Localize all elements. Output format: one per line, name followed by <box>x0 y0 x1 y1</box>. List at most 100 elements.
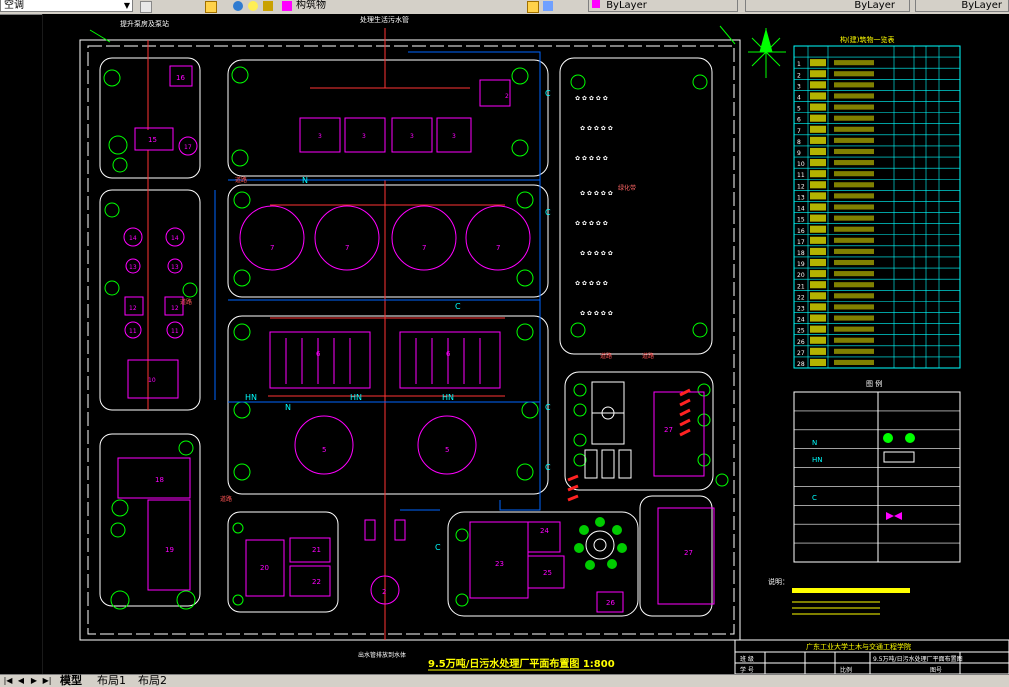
drawing-svg: 提升泵房及泵站 处理生活污水管 ✿ ✿ ✿ ✿ ✿ ✿ ✿ ✿ ✿ ✿ ✿ ✿ … <box>41 14 1009 675</box>
tab-model[interactable]: 模型 <box>60 675 82 687</box>
svg-text:C: C <box>455 302 461 311</box>
svg-text:12: 12 <box>129 305 137 312</box>
make-current-icon[interactable] <box>527 1 539 13</box>
svg-text:7: 7 <box>270 244 274 252</box>
table-name-cell <box>810 225 826 233</box>
table-name-cell <box>810 147 826 156</box>
table-name-cell <box>810 125 826 133</box>
table-name-cell <box>810 336 826 344</box>
table-name-cell <box>810 214 826 222</box>
svg-text:比例: 比例 <box>840 666 852 674</box>
svg-text:✿ ✿ ✿ ✿ ✿: ✿ ✿ ✿ ✿ ✿ <box>575 220 608 227</box>
drawing-name: 9.5万吨/日污水处理厂平面布置图 <box>873 655 963 663</box>
first-tab-icon[interactable]: |◀ <box>3 676 13 686</box>
svg-text:3: 3 <box>318 133 322 140</box>
table-name-cell <box>810 103 826 111</box>
color-dropdown[interactable]: ByLayer <box>588 0 738 12</box>
table-row-number: 27 <box>797 350 805 357</box>
linetype-dropdown[interactable]: ByLayer <box>745 0 910 12</box>
layer-dropdown[interactable]: 空调 ▼ <box>0 0 133 12</box>
svg-text:C: C <box>812 494 817 502</box>
title-block: 广东工业大学土木与交通工程学院 班 级 学 号 比例 9.5万吨/日污水处理厂平… <box>734 639 1009 675</box>
svg-text:11: 11 <box>171 328 179 335</box>
table-name-cell <box>810 136 826 144</box>
svg-text:20: 20 <box>260 564 269 572</box>
svg-text:✿ ✿ ✿ ✿ ✿: ✿ ✿ ✿ ✿ ✿ <box>580 250 613 257</box>
prev-tab-icon[interactable]: ◀ <box>16 676 26 686</box>
table-spec-cell <box>834 137 874 143</box>
table-spec-cell <box>834 359 874 365</box>
lightbulb-icon[interactable] <box>248 1 258 11</box>
svg-text:18: 18 <box>155 476 164 484</box>
table-name-cell <box>810 292 826 300</box>
svg-text:23: 23 <box>495 560 504 568</box>
svg-text:3: 3 <box>362 133 366 140</box>
chevron-down-icon: ▼ <box>123 1 130 10</box>
table-row-number: 24 <box>797 317 805 324</box>
properties-toolbar: 空调 ▼ 构筑物 ByLayer ByLayer ByLayer <box>0 0 1009 15</box>
table-row-number: 21 <box>797 283 805 290</box>
match-layer-icon[interactable] <box>543 1 553 11</box>
layer-state-icon[interactable] <box>140 1 152 13</box>
table-name-cell <box>810 159 826 167</box>
table-row-number: 10 <box>797 161 805 168</box>
table-name-cell <box>810 92 826 100</box>
linetype-value: ByLayer <box>854 0 895 11</box>
table-row-number: 23 <box>797 305 805 312</box>
table-name-cell <box>810 203 826 211</box>
svg-text:26: 26 <box>606 599 615 607</box>
svg-text:14: 14 <box>129 235 137 242</box>
table-spec-cell <box>834 348 874 354</box>
svg-text:学 号: 学 号 <box>740 666 754 674</box>
svg-text:✿ ✿ ✿ ✿ ✿: ✿ ✿ ✿ ✿ ✿ <box>575 155 608 162</box>
svg-text:道路: 道路 <box>600 352 612 360</box>
current-layer-value: 构筑物 <box>296 0 326 11</box>
green-label: 绿化带 <box>618 184 636 192</box>
layout-tab-bar: |◀ ◀ ▶ ▶| 模型 布局1 布局2 <box>0 674 1009 687</box>
table-name-cell <box>810 59 826 67</box>
freeze-icon[interactable] <box>233 1 243 11</box>
table-spec-cell <box>834 193 874 199</box>
drawing-canvas[interactable]: 提升泵房及泵站 处理生活污水管 ✿ ✿ ✿ ✿ ✿ ✿ ✿ ✿ ✿ ✿ ✿ ✿ … <box>41 14 1009 675</box>
svg-text:HN: HN <box>442 393 454 402</box>
north-arrow-icon <box>748 28 786 78</box>
layers-icon[interactable] <box>205 1 217 13</box>
svg-text:C: C <box>545 403 551 412</box>
last-tab-icon[interactable]: ▶| <box>42 676 52 686</box>
next-tab-icon[interactable]: ▶ <box>29 676 39 686</box>
table-row-number: 26 <box>797 339 805 346</box>
fountain-trees <box>574 517 627 570</box>
svg-text:12: 12 <box>171 305 179 312</box>
svg-text:C: C <box>435 543 441 552</box>
table-spec-cell <box>834 204 874 210</box>
svg-text:6: 6 <box>316 350 321 358</box>
table-name-cell <box>810 81 826 89</box>
svg-text:14: 14 <box>171 235 179 242</box>
color-swatch-icon[interactable] <box>282 1 292 11</box>
lock-icon[interactable] <box>263 1 273 11</box>
label-top-center: 处理生活污水管 <box>360 15 409 24</box>
table-spec-cell <box>834 237 874 243</box>
svg-text:10: 10 <box>148 377 156 384</box>
table-row-number: 16 <box>797 228 805 235</box>
lineweight-dropdown[interactable]: ByLayer <box>915 0 1009 12</box>
svg-text:6: 6 <box>446 350 451 358</box>
tab-layout2[interactable]: 布局2 <box>138 675 167 687</box>
table-row-number: 3 <box>797 83 801 90</box>
table-row-number: 7 <box>797 128 801 135</box>
svg-text:27: 27 <box>684 549 693 557</box>
table-name-cell <box>810 258 826 267</box>
svg-text:道路: 道路 <box>180 298 192 306</box>
notes-title: 说明： <box>768 577 789 586</box>
table-spec-cell <box>834 115 874 121</box>
pipes-blue <box>214 51 541 511</box>
svg-text:C: C <box>545 208 551 217</box>
table-spec-cell <box>834 215 874 221</box>
structures-table: 构(建)筑物一览表 123456789101112131415161718192… <box>793 35 961 369</box>
table-row-number: 19 <box>797 261 805 268</box>
table-row-number: 8 <box>797 139 801 146</box>
svg-text:N: N <box>285 403 291 412</box>
svg-text:27: 27 <box>664 426 673 434</box>
table-spec-cell <box>834 259 874 266</box>
tab-layout1[interactable]: 布局1 <box>97 675 126 687</box>
